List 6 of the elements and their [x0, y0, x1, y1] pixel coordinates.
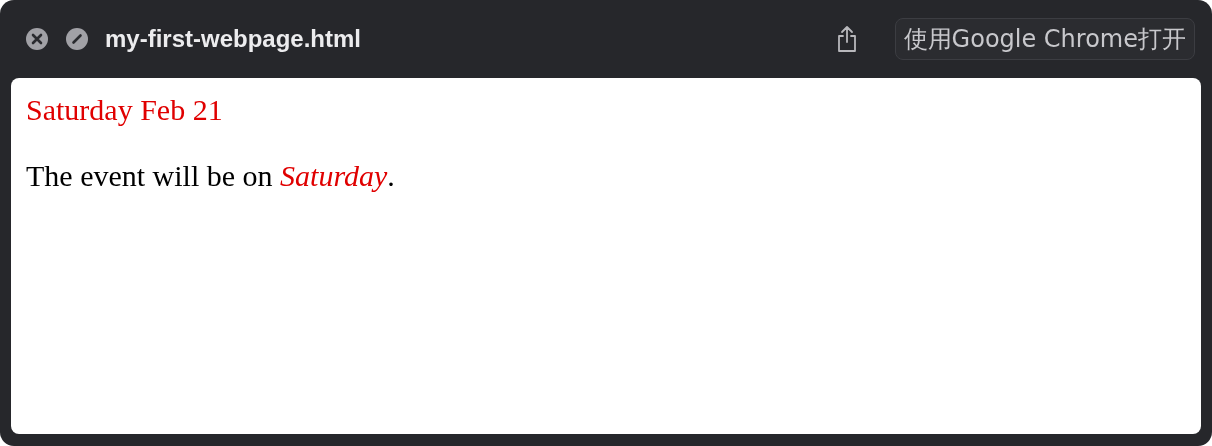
page-heading: Saturday Feb 21: [26, 92, 224, 128]
block-icon[interactable]: [65, 27, 89, 51]
paragraph: The event will be on Saturday.: [26, 158, 396, 194]
close-icon[interactable]: [25, 27, 49, 51]
open-in-browser-button[interactable]: 使用Google Chrome打开: [894, 18, 1195, 60]
window-title: my-first-webpage.html: [105, 25, 362, 53]
